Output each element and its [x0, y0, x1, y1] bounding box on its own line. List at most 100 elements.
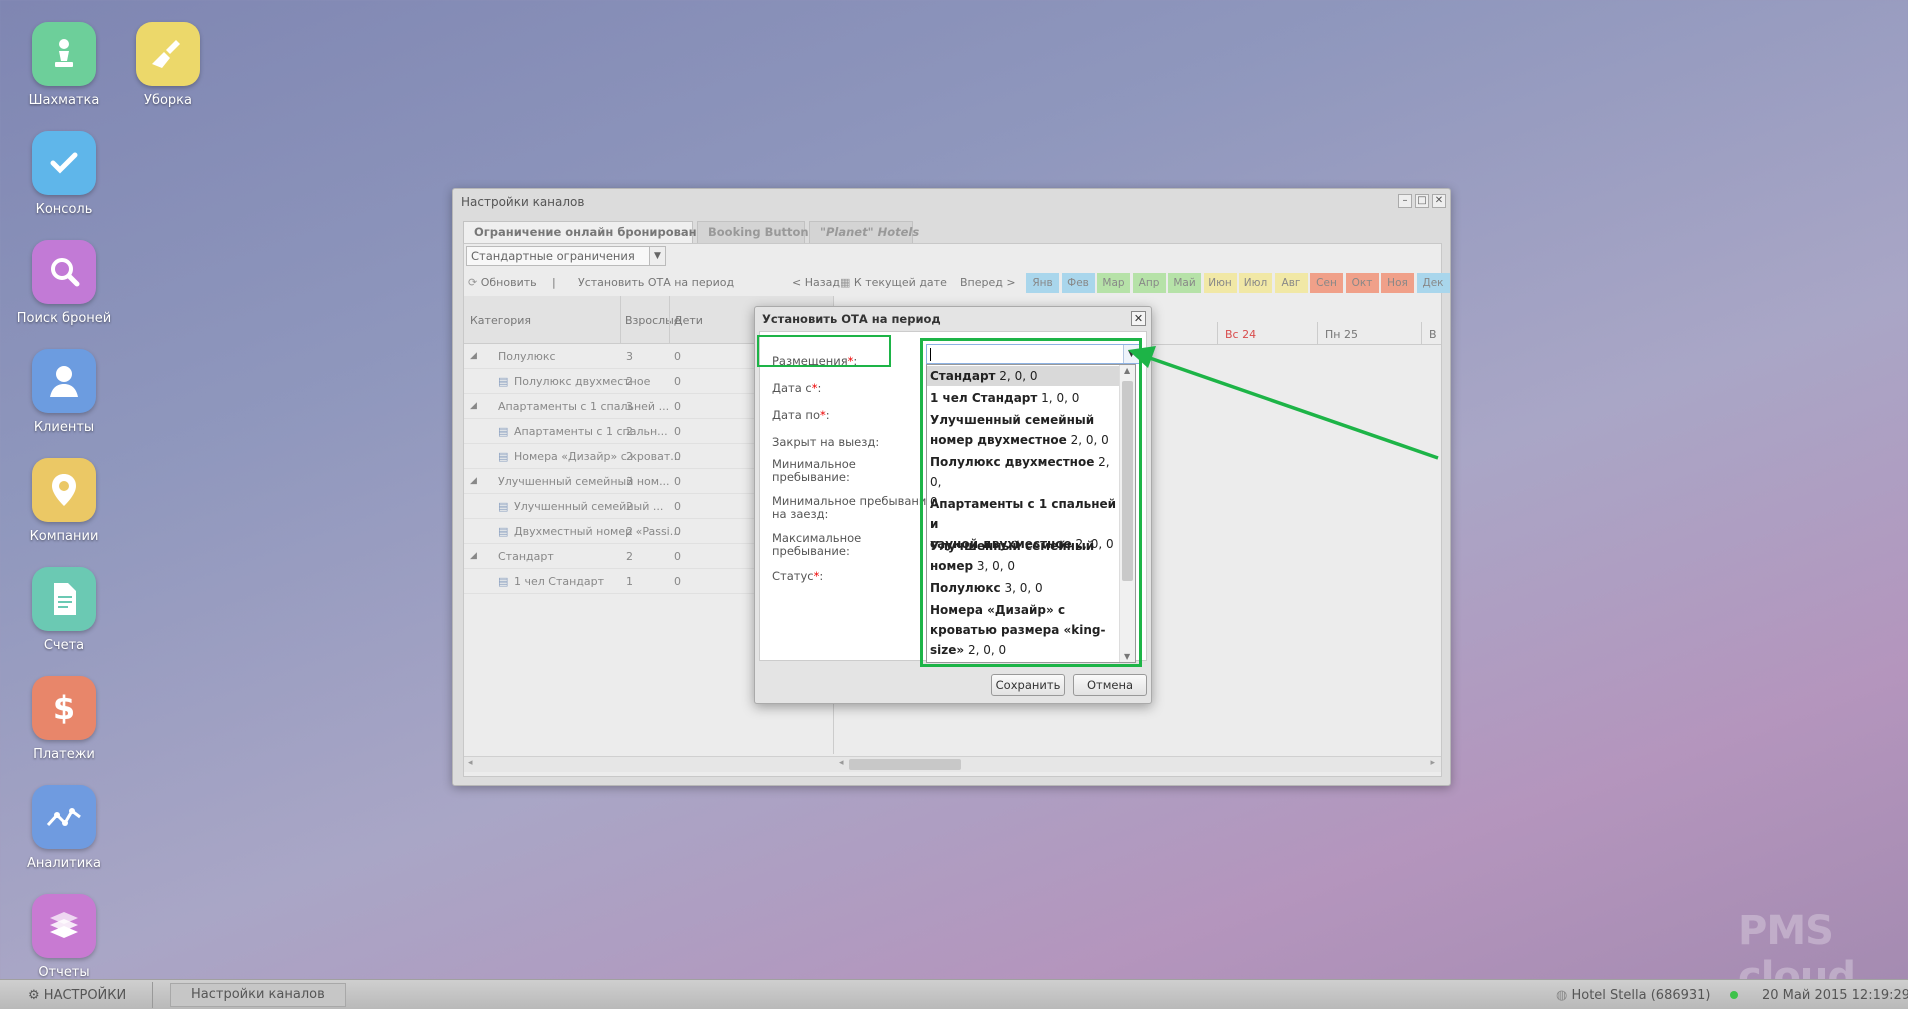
- checkmark-icon: [32, 131, 96, 195]
- desktop-icon-console[interactable]: Консоль: [4, 131, 124, 217]
- category-name: Полулюкс: [498, 350, 556, 363]
- today-button[interactable]: ▦ К текущей дате: [840, 276, 947, 289]
- scroll-right-arrow-icon[interactable]: ▸: [1430, 758, 1435, 768]
- desktop-icon-label: Консоль: [35, 202, 93, 217]
- category-name: Улучшенный семейный ...: [514, 500, 664, 513]
- chess-pawn-icon: [32, 22, 96, 86]
- broom-icon: [136, 22, 200, 86]
- toolbar: ⟳ Обновить | Установить ОТА на период < …: [464, 270, 1450, 294]
- refresh-button[interactable]: ⟳ Обновить: [468, 276, 537, 289]
- children-count: 0: [674, 425, 681, 438]
- adults-count: 3: [626, 475, 633, 488]
- taskbar-window-button[interactable]: Настройки каналов: [170, 983, 346, 1007]
- month-button[interactable]: Июл: [1239, 273, 1272, 293]
- desktop-icon-cleaning[interactable]: Уборка: [108, 22, 228, 108]
- month-button[interactable]: Авг: [1274, 273, 1308, 293]
- adults-count: 2: [626, 500, 633, 513]
- desktop-icon-analytics[interactable]: Аналитика: [4, 785, 124, 871]
- restriction-type-select[interactable]: Стандартные ограничения ▼: [466, 246, 666, 266]
- category-name: Стандарт: [498, 550, 554, 563]
- column-header-children[interactable]: Дети: [674, 314, 703, 327]
- map-pin-icon: [32, 458, 96, 522]
- hotel-indicator[interactable]: ◍ Hotel Stella (686931): [1556, 988, 1711, 1003]
- globe-icon: ◍: [1556, 988, 1568, 1003]
- category-name: Улучшенный семейный ном...: [498, 475, 670, 488]
- maximize-button[interactable]: □: [1415, 194, 1429, 208]
- desktop-icon-label: Аналитика: [27, 856, 101, 871]
- adults-count: 3: [626, 400, 633, 413]
- desktop-icon-label: Компании: [29, 529, 99, 544]
- month-button[interactable]: Апр: [1132, 273, 1166, 293]
- svg-text:$: $: [53, 689, 75, 727]
- children-count: 0: [674, 575, 681, 588]
- field-label-min-stay-arrival: Минимальное пребывание на заезд:: [772, 494, 934, 521]
- desktop-icon-label: Счета: [43, 638, 85, 653]
- taskbar: ⚙ НАСТРОЙКИ Настройки каналов ◍ Hotel St…: [0, 979, 1908, 1009]
- annotation-arrow-icon: [1128, 346, 1439, 460]
- month-button[interactable]: Янв: [1026, 273, 1059, 293]
- adults-count: 2: [626, 425, 633, 438]
- desktop-icon-booking-search[interactable]: Поиск броней: [4, 240, 124, 326]
- line-chart-icon: [32, 785, 96, 849]
- column-header-adults[interactable]: Взрослые: [625, 314, 681, 327]
- chevron-down-icon: ▼: [649, 247, 665, 265]
- children-count: 0: [674, 550, 681, 563]
- month-button[interactable]: Июн: [1203, 273, 1237, 293]
- field-label-status: Статус*:: [772, 569, 824, 583]
- tab-booking-button[interactable]: Booking Button: [697, 221, 809, 243]
- desktop-icon-label: Платежи: [33, 747, 95, 762]
- back-button[interactable]: < Назад: [792, 276, 840, 289]
- month-button[interactable]: Май: [1168, 273, 1201, 293]
- adults-count: 1: [626, 575, 633, 588]
- room-icon: ▤: [498, 375, 509, 388]
- desktop-icon-companies[interactable]: Компании: [4, 458, 124, 544]
- children-count: 0: [674, 450, 681, 463]
- month-button[interactable]: Дек: [1416, 273, 1450, 293]
- expand-toggle-icon[interactable]: ◢: [470, 476, 477, 486]
- desktop-icon-label: Шахматка: [28, 93, 100, 108]
- set-ota-period-button[interactable]: Установить ОТА на период: [578, 276, 734, 289]
- settings-start-button[interactable]: ⚙ НАСТРОЙКИ: [28, 988, 126, 1003]
- save-button[interactable]: Сохранить: [991, 674, 1065, 696]
- expand-toggle-icon[interactable]: ◢: [470, 551, 477, 561]
- user-icon: [32, 349, 96, 413]
- tab-online-restrictions[interactable]: Ограничение онлайн бронирований: [463, 221, 713, 243]
- expand-toggle-icon[interactable]: ◢: [470, 401, 477, 411]
- tab-planet-hotels[interactable]: "Planet" Hotels: [809, 221, 919, 243]
- month-button[interactable]: Ноя: [1381, 273, 1414, 293]
- month-button[interactable]: Мар: [1097, 273, 1130, 293]
- minimize-button[interactable]: –: [1398, 194, 1412, 208]
- month-button[interactable]: Фев: [1061, 273, 1095, 293]
- scroll-left-arrow-icon[interactable]: ◂: [468, 758, 473, 768]
- adults-count: 3: [626, 350, 633, 363]
- field-label-date-from: Дата с*:: [772, 381, 822, 395]
- desktop-icon-chessboard[interactable]: Шахматка: [4, 22, 124, 108]
- category-name: Номера «Дизайр» с кроват...: [514, 450, 681, 463]
- desktop-icon-payments[interactable]: $ Платежи: [4, 676, 124, 762]
- category-name: Апартаменты с 1 спальней ...: [498, 400, 670, 413]
- dialog-title: Установить ОТА на период: [762, 312, 941, 326]
- horizontal-scrollbar[interactable]: ◂ ◂ ▸: [464, 756, 1441, 772]
- room-icon: ▤: [498, 525, 509, 538]
- status-dot-icon: [1730, 991, 1738, 999]
- cancel-button[interactable]: Отмена: [1073, 674, 1147, 696]
- expand-toggle-icon[interactable]: ◢: [470, 351, 477, 361]
- room-icon: ▤: [498, 575, 509, 588]
- scroll-left-arrow-icon[interactable]: ◂: [839, 758, 844, 768]
- field-label-date-to: Дата по*:: [772, 408, 830, 422]
- desktop-icon-label: Отчеты: [38, 965, 90, 980]
- month-button[interactable]: Сен: [1310, 273, 1343, 293]
- children-count: 0: [674, 350, 681, 363]
- desktop-icon-reports[interactable]: Отчеты: [4, 894, 124, 980]
- window-title: Настройки каналов: [461, 195, 585, 209]
- column-header-category[interactable]: Категория: [470, 314, 531, 327]
- magnifier-icon: [32, 240, 96, 304]
- month-button[interactable]: Окт: [1345, 273, 1379, 293]
- scrollbar-thumb[interactable]: [849, 759, 961, 770]
- window-close-button[interactable]: ✕: [1432, 194, 1446, 208]
- desktop-icon-clients[interactable]: Клиенты: [4, 349, 124, 435]
- forward-button[interactable]: Вперед >: [960, 276, 1016, 289]
- adults-count: 2: [626, 375, 633, 388]
- dialog-close-button[interactable]: ✕: [1131, 311, 1146, 326]
- desktop-icon-invoices[interactable]: Счета: [4, 567, 124, 653]
